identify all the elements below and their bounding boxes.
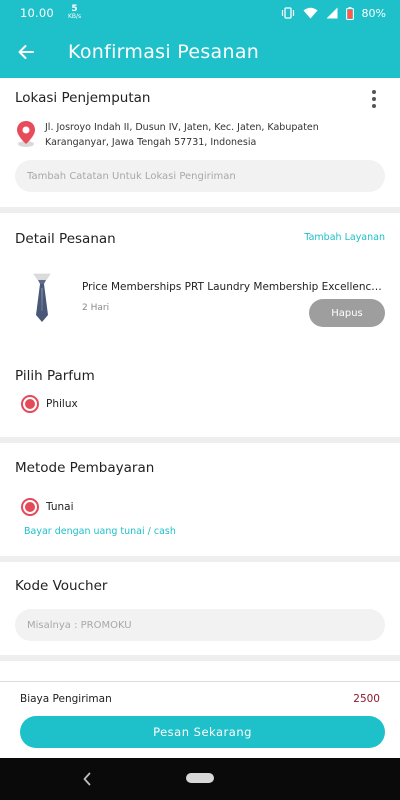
battery-icon: [345, 6, 354, 20]
location-pin-icon: [17, 121, 35, 147]
perfume-label: Philux: [46, 398, 78, 410]
tie-icon: [33, 273, 51, 322]
system-nav-bar: [0, 758, 400, 800]
divider: [0, 681, 400, 682]
nav-back-button[interactable]: [78, 769, 96, 789]
status-icons: 80%: [281, 6, 386, 20]
more-options-button[interactable]: [368, 90, 380, 108]
toolbar: Konfirmasi Pesanan: [0, 26, 400, 78]
add-service-link[interactable]: Tambah Layanan: [304, 232, 385, 243]
network-speed-unit: KB/s: [67, 13, 82, 20]
signal-icon: [326, 7, 338, 19]
payment-title: Metode Pembayaran: [15, 460, 155, 476]
order-now-button[interactable]: Pesan Sekarang: [20, 716, 385, 748]
arrow-left-icon: [18, 45, 34, 59]
perfume-title: Pilih Parfum: [15, 368, 95, 384]
voucher-title: Kode Voucher: [15, 578, 108, 594]
payment-card: Metode Pembayaran Tunai Bayar dengan uan…: [0, 443, 400, 556]
pickup-title: Lokasi Penjemputan: [15, 90, 151, 106]
perfume-option[interactable]: Philux: [21, 395, 78, 413]
pickup-address: Jl. Josroyo Indah II, Dusun IV, Jaten, K…: [45, 122, 319, 148]
page-title: Konfirmasi Pesanan: [68, 41, 260, 63]
perfume-radio[interactable]: [21, 395, 39, 413]
status-time: 10.00: [20, 6, 54, 20]
order-detail-title: Detail Pesanan: [15, 231, 116, 247]
payment-hint: Bayar dengan uang tunai / cash: [24, 526, 176, 537]
app-bar: 10.00 5 KB/s 80% Konfirmasi Pesanan: [0, 0, 400, 78]
wifi-icon: [303, 7, 318, 19]
nav-home-button[interactable]: [186, 773, 214, 783]
status-bar: 10.00 5 KB/s 80%: [0, 0, 400, 26]
payment-option[interactable]: Tunai: [21, 498, 73, 516]
order-detail-card: Detail Pesanan Tambah Layanan Price Memb…: [0, 213, 400, 437]
voucher-input[interactable]: [15, 609, 385, 641]
address-row: Jl. Josroyo Indah II, Dusun IV, Jaten, K…: [15, 120, 385, 150]
payment-label: Tunai: [46, 501, 74, 513]
chevron-left-icon: [83, 772, 91, 786]
payment-radio[interactable]: [21, 498, 39, 516]
pickup-note-input[interactable]: [15, 160, 385, 192]
more-dot: [372, 90, 376, 94]
remove-item-button[interactable]: Hapus: [309, 299, 385, 327]
network-speed-value: 5: [71, 4, 78, 14]
network-speed: 5 KB/s: [68, 5, 81, 21]
shipping-fee-value: 2500: [353, 693, 380, 705]
more-dot: [372, 104, 376, 108]
voucher-card: Kode Voucher: [0, 562, 400, 655]
shipping-fee-label: Biaya Pengiriman: [20, 693, 112, 705]
battery-level: 80%: [361, 6, 386, 20]
more-dot: [372, 97, 376, 101]
product-name: Price Memberships PRT Laundry Membership…: [82, 281, 382, 293]
vibrate-icon: [281, 7, 294, 19]
back-button[interactable]: [0, 26, 52, 78]
product-duration: 2 Hari: [82, 303, 110, 313]
pickup-card: Lokasi Penjemputan Jl. Josroyo Indah II,…: [0, 78, 400, 207]
